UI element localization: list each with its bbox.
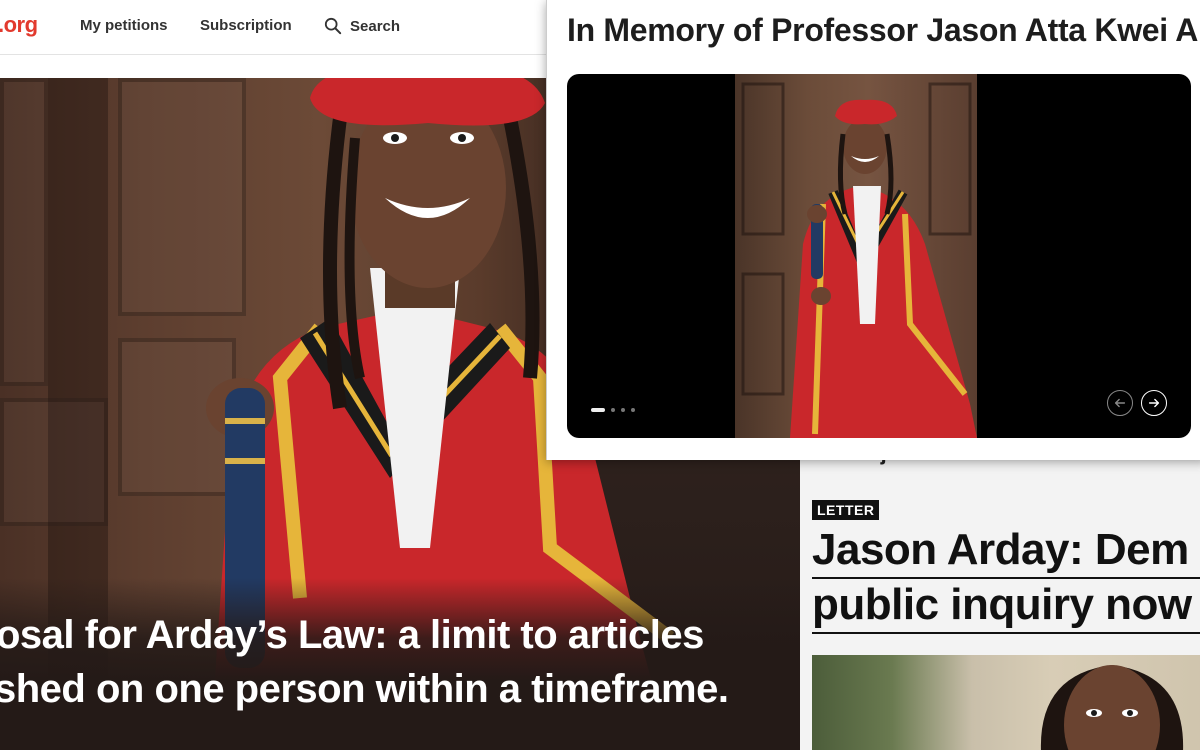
site-logo[interactable]: .org	[0, 12, 38, 38]
letter-badge: LETTER	[812, 500, 880, 520]
news-photo	[812, 655, 1200, 750]
carousel-prev-button[interactable]	[1107, 390, 1133, 416]
arrow-right-icon	[1148, 398, 1160, 408]
carousel-dot[interactable]	[631, 408, 635, 412]
memorial-popup: In Memory of Professor Jason Atta Kwei A…	[546, 0, 1200, 460]
carousel-slide	[735, 74, 977, 438]
nav-search[interactable]: Search	[324, 17, 400, 35]
nav-subscription[interactable]: Subscription	[200, 17, 292, 34]
search-icon	[324, 17, 342, 35]
news-article-page: Project LETTER Jason Arday: Dem public i…	[800, 440, 1200, 750]
hero-caption: osal for Arday’s Law: a limit to article…	[0, 608, 800, 716]
news-headline-line: Jason Arday: Dem	[812, 524, 1200, 579]
carousel-dot-active[interactable]	[591, 408, 605, 412]
wood-panel	[0, 78, 48, 386]
carousel-dots	[591, 408, 635, 412]
news-headline[interactable]: Jason Arday: Dem public inquiry now	[812, 524, 1200, 634]
popup-title: In Memory of Professor Jason Atta Kwei A…	[567, 12, 1200, 48]
hero-caption-line: shed on one person within a timeframe.	[0, 667, 729, 711]
hero-caption-line: osal for Arday’s Law: a limit to article…	[0, 613, 704, 657]
image-carousel[interactable]	[567, 74, 1191, 438]
carousel-dot[interactable]	[621, 408, 625, 412]
news-headline-line: public inquiry now	[812, 579, 1200, 634]
nav-my-petitions[interactable]: My petitions	[80, 17, 168, 34]
carousel-dot[interactable]	[611, 408, 615, 412]
portrait-photo	[1041, 665, 1183, 750]
arrow-left-icon	[1114, 398, 1126, 408]
wood-panel	[0, 398, 108, 526]
graduate-photo	[741, 82, 977, 438]
nav-search-label: Search	[350, 17, 401, 35]
carousel-next-button[interactable]	[1141, 390, 1167, 416]
